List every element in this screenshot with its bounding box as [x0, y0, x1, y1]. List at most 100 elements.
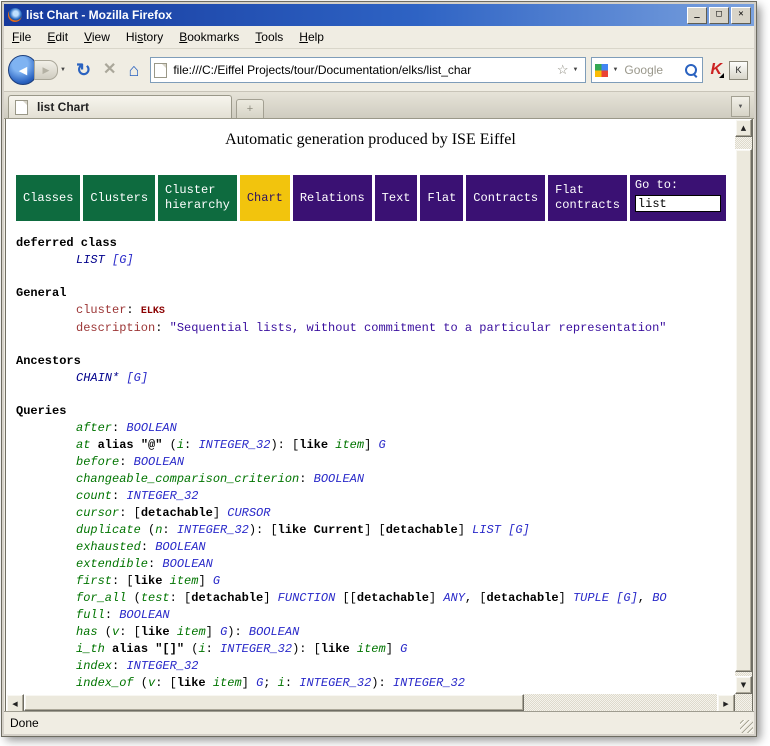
tab-label: list Chart — [37, 100, 89, 114]
title-bar[interactable]: list Chart - Mozilla Firefox _ □ ✕ — [4, 4, 754, 26]
code-lines: deferred classLIST [G]Generalcluster: EL… — [6, 235, 735, 692]
text-segment: Hi — [126, 30, 137, 44]
url-input[interactable] — [171, 62, 555, 78]
horizontal-scrollbar[interactable]: ◀ ▶ — [6, 694, 735, 711]
nav-button-flat-contracts[interactable]: Flat contracts — [548, 175, 627, 221]
text-segment: CHAIN* — [76, 371, 119, 385]
new-tab-button[interactable]: + — [236, 99, 264, 118]
text-segment: ( — [162, 438, 176, 452]
nav-button-classes[interactable]: Classes — [16, 175, 80, 221]
text-segment: BOOLEAN — [249, 625, 299, 639]
text-segment: ANY — [443, 591, 465, 605]
forward-button[interactable]: ▶ — [34, 60, 58, 80]
goto-input[interactable] — [635, 195, 721, 212]
scroll-down-icon[interactable]: ▼ — [735, 676, 752, 694]
text-segment: ): [ — [249, 523, 278, 537]
menu-item-tools[interactable]: Tools — [247, 28, 291, 46]
text-segment: "Sequential lists, without commitment to… — [170, 321, 667, 335]
code-line: full: BOOLEAN — [16, 607, 735, 624]
list-all-tabs-button[interactable]: ▼ — [731, 96, 750, 117]
text-segment: ): — [371, 676, 393, 690]
text-segment: has — [76, 625, 98, 639]
text-segment: ): — [227, 625, 249, 639]
bookmark-star-icon[interactable]: ☆ — [557, 62, 569, 78]
text-segment: deferred class — [16, 236, 117, 250]
scroll-up-icon[interactable]: ▲ — [735, 119, 752, 137]
text-segment: i — [278, 676, 285, 690]
text-segment: exhausted — [76, 540, 141, 554]
text-segment: for_all — [76, 591, 126, 605]
text-segment: : — [112, 489, 126, 503]
menu-item-help[interactable]: Help — [291, 28, 332, 46]
desktop-background: list Chart - Mozilla Firefox _ □ ✕ FileE… — [0, 0, 770, 746]
horizontal-scroll-track[interactable] — [524, 694, 717, 711]
menu-item-view[interactable]: View — [76, 28, 118, 46]
close-button[interactable]: ✕ — [731, 7, 751, 24]
url-dropdown-icon[interactable]: ▼ — [572, 67, 578, 73]
home-icon[interactable]: ⌂ — [128, 61, 139, 79]
search-engine-dropdown-icon[interactable]: ▼ — [612, 67, 618, 73]
text-segment: ): [ — [270, 438, 299, 452]
menu-item-history[interactable]: History — [118, 28, 171, 46]
text-segment — [105, 253, 112, 267]
vertical-scrollbar[interactable]: ▲ ▼ — [735, 119, 752, 694]
code-line: for_all (test: [detachable] FUNCTION [[d… — [16, 590, 735, 607]
text-segment: like — [134, 574, 163, 588]
text-segment: cluster — [76, 303, 126, 317]
nav-button-cluster-hierarchy[interactable]: Cluster hierarchy — [158, 175, 237, 221]
kaspersky-icon[interactable]: K — [710, 61, 722, 79]
tab-list-chart[interactable]: list Chart — [8, 95, 232, 118]
kaspersky-keyboard-button[interactable]: K — [729, 61, 748, 80]
minimize-button[interactable]: _ — [687, 7, 707, 24]
maximize-button[interactable]: □ — [709, 7, 729, 24]
text-segment: BOOLEAN — [162, 557, 212, 571]
vertical-scroll-thumb[interactable] — [735, 149, 752, 672]
text-segment: ] — [559, 591, 573, 605]
nav-button-flat[interactable]: Flat — [420, 175, 463, 221]
search-icon[interactable] — [685, 64, 697, 76]
text-segment: INTEGER_32 — [198, 438, 270, 452]
text-segment: description — [76, 321, 155, 335]
address-bar[interactable]: ☆ ▼ — [150, 57, 586, 83]
text-segment: item — [357, 642, 386, 656]
code-line: description: "Sequential lists, without … — [16, 320, 735, 337]
nav-button-clusters[interactable]: Clusters — [83, 175, 155, 221]
text-segment: index_of — [76, 676, 134, 690]
nav-button-relations[interactable]: Relations — [293, 175, 372, 221]
menu-item-edit[interactable]: Edit — [39, 28, 76, 46]
text-segment: ; — [263, 676, 277, 690]
resize-grip[interactable] — [740, 720, 753, 733]
vertical-scroll-track[interactable] — [735, 137, 752, 149]
text-segment: item — [213, 676, 242, 690]
text-segment: after — [76, 421, 112, 435]
text-segment: : [ — [119, 506, 141, 520]
text-segment: at — [76, 438, 98, 452]
menu-item-file[interactable]: File — [4, 28, 39, 46]
menu-item-bookmarks[interactable]: Bookmarks — [171, 28, 247, 46]
text-segment: ] — [364, 438, 378, 452]
back-history-dropdown-icon[interactable]: ▼ — [60, 67, 66, 73]
search-input[interactable] — [622, 62, 685, 78]
text-segment: [G] — [112, 253, 134, 267]
search-box[interactable]: ▼ — [591, 57, 703, 83]
stop-icon[interactable]: ✕ — [103, 62, 116, 78]
code-line: CHAIN* [G] — [16, 370, 735, 387]
text-segment: full — [76, 608, 105, 622]
horizontal-scroll-thumb[interactable] — [24, 694, 524, 711]
firefox-icon — [8, 8, 22, 22]
code-line: LIST [G] — [16, 252, 735, 269]
navigation-toolbar: ◀ ▶ ▼ ↻ ✕ ⌂ ☆ ▼ ▼ K K — [4, 49, 754, 92]
code-line: General — [16, 285, 735, 302]
text-segment: : [ — [170, 591, 192, 605]
text-segment: BOOLEAN — [314, 472, 364, 486]
text-segment — [162, 574, 169, 588]
text-segment: ile — [19, 30, 31, 44]
status-bar: Done — [4, 711, 754, 734]
nav-button-contracts[interactable]: Contracts — [466, 175, 545, 221]
reload-icon[interactable]: ↻ — [76, 61, 91, 79]
text-segment: tory — [143, 30, 163, 44]
text-segment: Queries — [16, 404, 66, 418]
text-segment: TUPLE — [573, 591, 609, 605]
nav-button-chart[interactable]: Chart — [240, 175, 290, 221]
nav-button-text[interactable]: Text — [375, 175, 418, 221]
